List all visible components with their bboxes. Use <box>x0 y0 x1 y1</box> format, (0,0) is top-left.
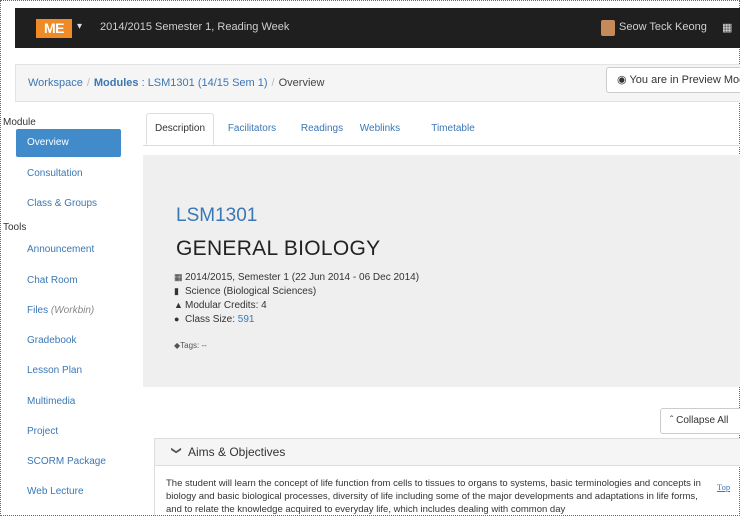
module-semester: ▦ 2014/2015, Semester 1 (22 Jun 2014 - 06… <box>174 272 419 283</box>
module-semester-text: 2014/2015, Semester 1 (22 Jun 2014 - 06 … <box>185 272 420 283</box>
top-link[interactable]: Top <box>717 482 730 492</box>
tab-facilitators[interactable]: Facilitators <box>219 113 285 145</box>
breadcrumb: Workspace / Modules : LSM1301 (14/15 Sem 1… <box>28 77 324 89</box>
sidebar-module-heading: Module <box>3 117 36 128</box>
tab-weblinks[interactable]: Weblinks <box>348 113 412 145</box>
chevron-down-icon: ❯ <box>170 446 182 455</box>
sidebar-item-chat-room[interactable]: Chat Room <box>16 267 121 295</box>
top-navbar: ME ▾ 2014/2015 Semester 1, Reading Week … <box>15 8 740 48</box>
app-logo[interactable]: ME <box>36 19 72 38</box>
breadcrumb-separator: / <box>271 77 275 89</box>
breadcrumb-workspace[interactable]: Workspace <box>28 77 83 89</box>
sidebar-item-announcement[interactable]: Announcement <box>16 236 121 264</box>
aims-heading: Aims & Objectives <box>188 445 286 459</box>
module-credits-text: Modular Credits: 4 <box>185 300 267 311</box>
users-icon: ● <box>174 314 180 324</box>
module-tags-text: Tags: -- <box>180 341 207 350</box>
module-code: LSM1301 <box>176 205 258 226</box>
collapse-all-label: Collapse All <box>676 415 729 426</box>
sidebar-item-scorm-package[interactable]: SCORM Package <box>16 448 121 476</box>
tab-readings[interactable]: Readings <box>291 113 353 145</box>
module-credits: ▲ Modular Credits: 4 <box>174 300 267 311</box>
tab-timetable[interactable]: Timetable <box>419 113 487 145</box>
preview-mode-button[interactable]: ◉ You are in Preview Mode <box>606 67 740 93</box>
sidebar-item-project[interactable]: Project <box>16 418 121 446</box>
module-class-size: ● Class Size: 591 <box>174 314 254 325</box>
module-faculty: ▮ Science (Biological Sciences) <box>174 286 316 297</box>
logo-dropdown-caret[interactable]: ▾ <box>77 21 82 32</box>
aims-text: The student will learn the concept of li… <box>166 478 701 515</box>
sidebar-item-web-lecture[interactable]: Web Lecture <box>16 478 121 506</box>
book-icon: ▮ <box>174 286 179 296</box>
sidebar-item-files[interactable]: Files (Workbin) <box>16 297 121 325</box>
sidebar-item-class-groups[interactable]: Class & Groups <box>16 190 121 218</box>
sidebar-item-files-suffix: (Workbin) <box>50 305 95 316</box>
current-term: 2014/2015 Semester 1, Reading Week <box>100 21 290 33</box>
class-size-label: Class Size: <box>185 314 238 325</box>
breadcrumb-modules[interactable]: Modules <box>94 77 139 89</box>
calendar-icon: ▦ <box>174 272 183 282</box>
class-size-link[interactable]: 591 <box>238 314 255 325</box>
preview-mode-label: You are in Preview Mode <box>629 74 740 86</box>
sidebar-item-multimedia[interactable]: Multimedia <box>16 388 121 416</box>
graduation-cap-icon: ▲ <box>174 300 183 310</box>
aims-panel-body: The student will learn the concept of li… <box>154 466 740 516</box>
user-avatar[interactable] <box>601 20 615 36</box>
module-tags: ◆Tags: -- <box>174 341 207 350</box>
module-tabs: Description Facilitators Readings Weblin… <box>143 113 740 146</box>
sidebar-tools-heading: Tools <box>3 222 27 233</box>
sidebar-item-files-label: Files <box>27 305 49 316</box>
breadcrumb-colon: : <box>138 77 148 89</box>
collapse-all-button[interactable]: ˆ Collapse All <box>660 408 740 434</box>
sidebar-item-consultation[interactable]: Consultation <box>16 160 121 188</box>
user-name[interactable]: Seow Teck Keong <box>619 21 707 33</box>
sidebar-item-overview[interactable]: Overview <box>16 129 121 157</box>
sidebar-item-gradebook[interactable]: Gradebook <box>16 327 121 355</box>
sidebar-item-lesson-plan[interactable]: Lesson Plan <box>16 357 121 385</box>
breadcrumb-separator: / <box>86 77 90 89</box>
grid-icon[interactable]: ▦ <box>722 21 732 34</box>
module-faculty-text: Science (Biological Sciences) <box>185 286 317 297</box>
module-info-panel: LSM1301 GENERAL BIOLOGY ▦ 2014/2015, Seme… <box>143 155 740 387</box>
aims-panel-header[interactable]: ❯ Aims & Objectives <box>154 438 740 466</box>
tab-description[interactable]: Description <box>146 113 214 145</box>
chevron-up-icon: ˆ <box>670 415 674 426</box>
breadcrumb-module-link[interactable]: LSM1301 (14/15 Sem 1) <box>148 77 268 89</box>
breadcrumb-current: Overview <box>278 77 325 89</box>
eye-icon: ◉ <box>617 74 627 86</box>
module-title: GENERAL BIOLOGY <box>176 237 381 260</box>
